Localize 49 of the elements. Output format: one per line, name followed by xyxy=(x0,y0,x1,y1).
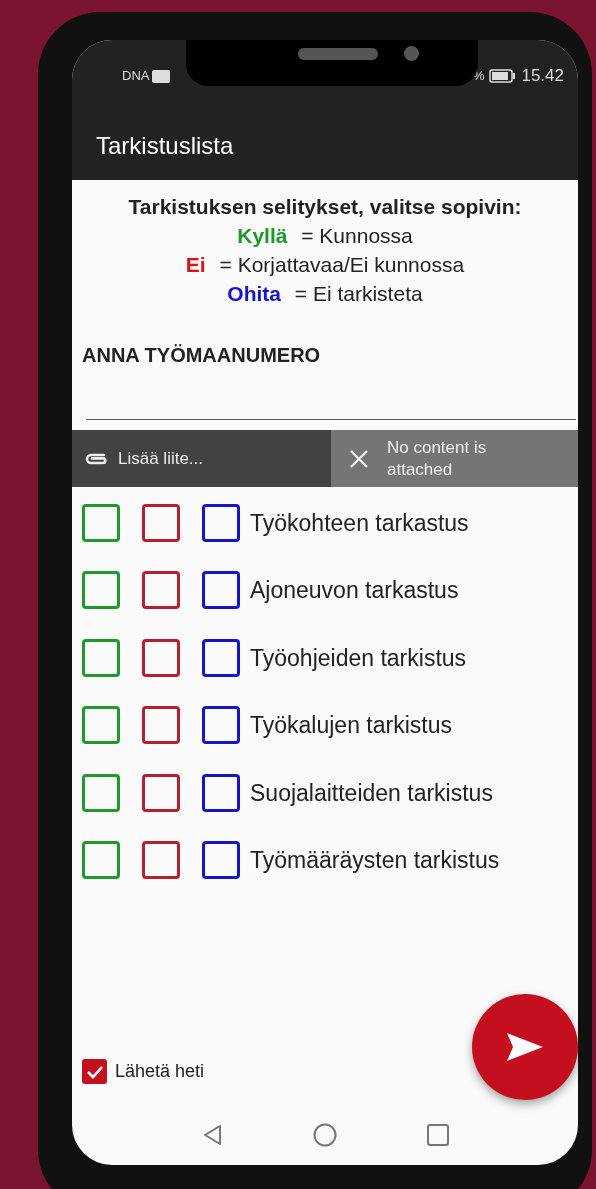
back-icon[interactable] xyxy=(201,1124,223,1146)
send-icon xyxy=(505,1031,545,1063)
legend-term: Ohita xyxy=(227,282,281,305)
checklist-item-label: Työkalujen tarkistus xyxy=(250,711,452,740)
home-icon[interactable] xyxy=(312,1123,337,1147)
legend-meaning: = Korjattavaa/Ei kunnossa xyxy=(219,253,465,276)
checklist-item-label: Suojalaitteiden tarkistus xyxy=(250,778,493,808)
checklist-item-label: Työkohteen tarkastus xyxy=(250,508,469,538)
checkbox[interactable] xyxy=(202,571,240,610)
checkbox[interactable] xyxy=(142,706,180,745)
checklist-item-label: Ajoneuvon tarkastus xyxy=(250,576,459,605)
checkbox[interactable] xyxy=(142,638,180,677)
checkbox[interactable] xyxy=(202,841,240,880)
network-badge-icon xyxy=(152,69,171,83)
send-now-checkbox[interactable] xyxy=(82,1059,107,1084)
legend-term: Kyllä xyxy=(237,224,288,247)
clock-time: 15.42 xyxy=(521,65,564,88)
checkbox[interactable] xyxy=(82,841,120,880)
legend-title: Tarkistuksen selitykset, valitse sopivin: xyxy=(127,194,523,220)
checkbox[interactable] xyxy=(202,773,240,812)
send-button[interactable] xyxy=(472,994,578,1100)
checkbox[interactable] xyxy=(142,773,180,812)
clear-attachment-button[interactable] xyxy=(349,448,369,469)
checkbox[interactable] xyxy=(82,638,120,677)
checkbox[interactable] xyxy=(202,638,240,677)
checkbox[interactable] xyxy=(82,773,120,812)
checkbox[interactable] xyxy=(202,706,240,745)
checkbox[interactable] xyxy=(82,503,120,542)
app-title: Tarkistuslista xyxy=(72,112,578,180)
checklist-item-label: Työmääräysten tarkistus xyxy=(250,846,500,875)
checkbox[interactable] xyxy=(202,503,240,542)
carrier-label: DNA xyxy=(122,67,150,86)
recent-apps-icon[interactable] xyxy=(426,1124,449,1146)
checkbox[interactable] xyxy=(82,706,120,745)
add-attachment-button[interactable]: Lisää liite... xyxy=(72,430,331,487)
checkbox[interactable] xyxy=(82,571,120,610)
send-now-label: Lähetä heti xyxy=(115,1060,205,1083)
battery-icon xyxy=(489,69,517,83)
legend-term: Ei xyxy=(185,253,206,276)
checklist-item-label: Työohjeiden tarkistus xyxy=(250,643,467,673)
attachment-status: No content is attached xyxy=(387,436,488,481)
checkbox[interactable] xyxy=(142,571,180,610)
camera-dot xyxy=(404,46,419,61)
legend-meaning: = Ei tarkisteta xyxy=(294,282,423,305)
legend-meaning: = Kunnossa xyxy=(301,224,413,247)
checkbox[interactable] xyxy=(142,841,180,880)
checkbox[interactable] xyxy=(142,503,180,542)
field-label: ANNA TYÖMAANUMERO xyxy=(82,343,322,368)
close-icon xyxy=(349,448,369,469)
